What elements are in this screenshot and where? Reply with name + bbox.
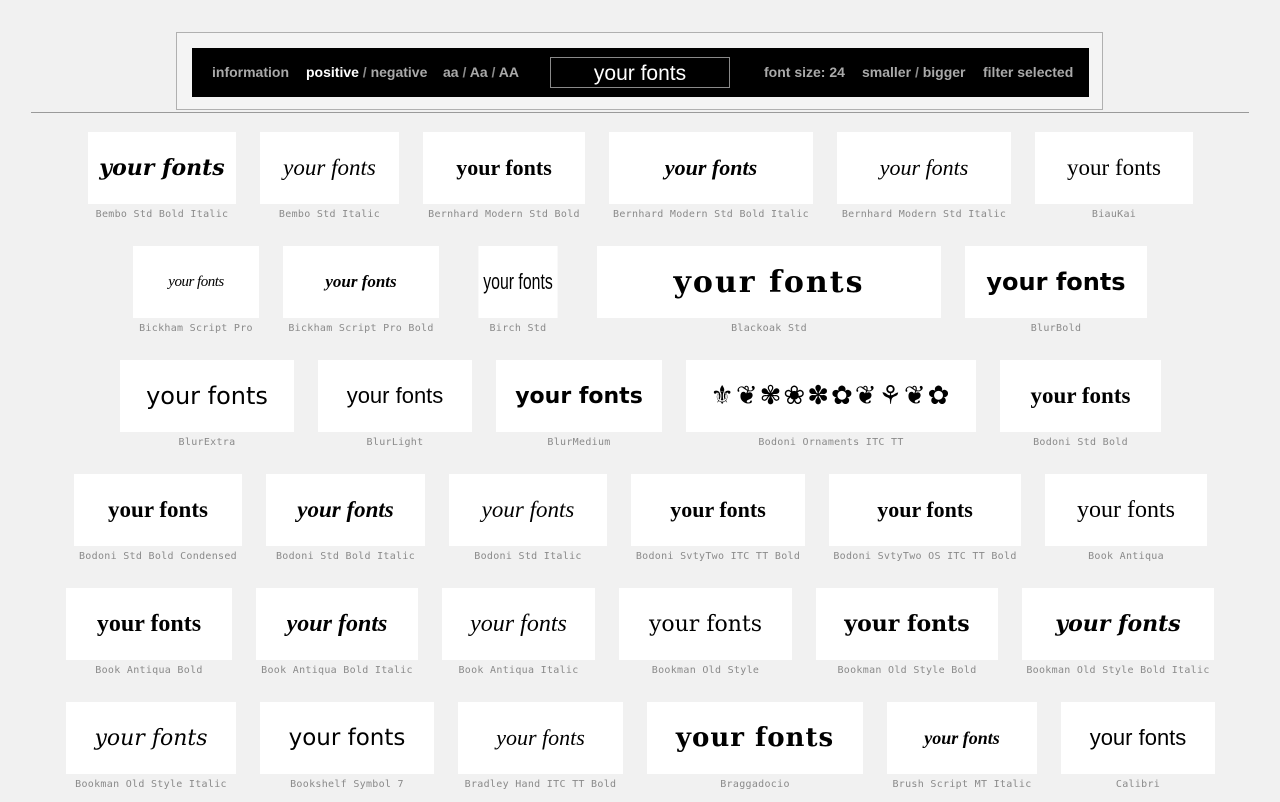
font-name: Brush Script MT Italic: [892, 779, 1032, 790]
font-sample[interactable]: your fonts: [260, 702, 434, 774]
font-name: Bodoni SvtyTwo OS ITC TT Bold: [833, 551, 1017, 562]
separator: /: [491, 64, 499, 80]
font-sample[interactable]: your fonts: [619, 588, 792, 660]
font-sample[interactable]: your fonts: [266, 474, 425, 546]
font-sample[interactable]: your fonts: [887, 702, 1037, 774]
font-name: Bookman Old Style: [651, 665, 760, 676]
font-row: your fonts Book Antiqua Bold your fonts …: [0, 588, 1280, 688]
font-name: Bembo Std Italic: [278, 209, 381, 220]
separator: /: [914, 64, 923, 80]
font-name: Book Antiqua: [1088, 551, 1164, 562]
font-sample[interactable]: your fonts: [283, 246, 439, 318]
font-sample[interactable]: your fonts: [449, 474, 607, 546]
font-name: Book Antiqua Bold Italic: [261, 665, 413, 676]
font-size-value: 24: [829, 64, 845, 80]
font-name: Blackoak Std: [731, 323, 807, 334]
font-name: Bodoni Std Bold Italic: [275, 551, 416, 562]
font-row: your fonts Bookman Old Style Italic your…: [0, 702, 1280, 802]
font-sample[interactable]: ⚜❦✾❀✽✿❦⚘❦✿: [686, 360, 976, 432]
font-sample[interactable]: your fonts: [1000, 360, 1161, 432]
font-name: BiauKai: [1091, 209, 1137, 220]
font-name: BlurExtra: [178, 437, 236, 448]
font-sample[interactable]: your fonts: [66, 588, 232, 660]
filter-wrap: filter selected: [983, 64, 1073, 80]
font-name: Bookman Old Style Bold: [837, 665, 977, 676]
font-sample[interactable]: your fonts: [609, 132, 813, 204]
divider: [31, 112, 1249, 113]
font-size-display: font size: 24: [764, 64, 845, 80]
polarity-toggle: positive / negative: [306, 64, 427, 80]
font-name: Bookshelf Symbol 7: [290, 779, 404, 790]
font-sample[interactable]: your fonts: [120, 360, 294, 432]
font-sample[interactable]: your fonts: [260, 132, 399, 204]
font-sample[interactable]: your fonts: [423, 132, 585, 204]
information-link[interactable]: information: [212, 64, 289, 80]
case-title-option[interactable]: Aa: [470, 64, 488, 80]
font-sample[interactable]: your fonts: [1035, 132, 1193, 204]
bigger-button[interactable]: bigger: [923, 64, 966, 80]
font-sample[interactable]: your fonts: [458, 702, 623, 774]
font-sample[interactable]: your fonts: [1061, 702, 1215, 774]
font-sample[interactable]: your fonts: [597, 246, 941, 318]
font-name: Book Antiqua Bold: [95, 665, 203, 676]
font-name: Bodoni Std Bold Condensed: [78, 551, 237, 562]
font-name: Bookman Old Style Italic: [75, 779, 227, 790]
font-sample[interactable]: your fonts: [88, 132, 236, 204]
font-name: Bradley Hand ITC TT Bold: [464, 779, 617, 790]
font-sample[interactable]: your fonts: [442, 588, 595, 660]
separator: /: [462, 64, 470, 80]
smaller-button[interactable]: smaller: [862, 64, 911, 80]
font-row: your fonts Bodoni Std Bold Condensed you…: [0, 474, 1280, 574]
font-sample[interactable]: your fonts: [74, 474, 242, 546]
font-name: Bernhard Modern Std Bold Italic: [613, 209, 809, 220]
font-name: Bodoni SvtyTwo ITC TT Bold: [635, 551, 801, 562]
font-name: BlurLight: [366, 437, 424, 448]
font-row: your fonts Bickham Script Pro your fonts…: [0, 246, 1280, 346]
information-link-wrap: information: [212, 64, 289, 80]
font-name: Bookman Old Style Bold Italic: [1026, 665, 1210, 676]
font-name: Bembo Std Bold Italic: [95, 209, 229, 220]
font-name: Bickham Script Pro: [139, 323, 253, 334]
separator: /: [362, 64, 371, 80]
font-sample[interactable]: your fonts: [496, 360, 662, 432]
preview-text-input[interactable]: your fonts: [550, 57, 730, 88]
font-name: Book Antiqua Italic: [458, 665, 579, 676]
font-name: BlurBold: [1030, 323, 1082, 334]
font-name: Bodoni Std Italic: [474, 551, 582, 562]
positive-option[interactable]: positive: [306, 64, 359, 80]
font-sample[interactable]: your fonts: [965, 246, 1147, 318]
font-row: your fonts Bembo Std Bold Italic your fo…: [0, 132, 1280, 232]
font-sample[interactable]: your fonts: [647, 702, 863, 774]
font-name: Bernhard Modern Std Italic: [841, 209, 1007, 220]
negative-option[interactable]: negative: [371, 64, 428, 80]
font-sample[interactable]: your fonts: [318, 360, 472, 432]
font-name: Braggadocio: [720, 779, 790, 790]
font-sample[interactable]: your fonts: [133, 246, 259, 318]
font-sample[interactable]: your fonts: [829, 474, 1021, 546]
case-upper-option[interactable]: AA: [499, 64, 519, 80]
font-sample[interactable]: your fonts: [478, 246, 558, 318]
font-sample[interactable]: your fonts: [1022, 588, 1214, 660]
font-sample[interactable]: your fonts: [631, 474, 805, 546]
font-name: Birch Std: [489, 323, 547, 334]
toolbar: information positive / negative aa / Aa …: [192, 48, 1089, 97]
font-sample[interactable]: your fonts: [256, 588, 418, 660]
font-sample[interactable]: your fonts: [1045, 474, 1207, 546]
case-toggle: aa / Aa / AA: [443, 64, 519, 80]
font-name: Calibri: [1115, 779, 1161, 790]
case-lower-option[interactable]: aa: [443, 64, 459, 80]
font-name: Bodoni Std Bold: [1033, 437, 1128, 448]
font-row: your fonts BlurExtra your fonts BlurLigh…: [0, 360, 1280, 460]
font-sample[interactable]: your fonts: [837, 132, 1011, 204]
font-sample[interactable]: your fonts: [816, 588, 998, 660]
font-name: Bickham Script Pro Bold: [288, 323, 434, 334]
font-size-label: font size:: [764, 64, 826, 80]
filter-selected-button[interactable]: filter selected: [983, 64, 1073, 80]
font-name: Bernhard Modern Std Bold: [428, 209, 580, 220]
font-name: Bodoni Ornaments ITC TT: [758, 437, 904, 448]
font-name: BlurMedium: [547, 437, 611, 448]
font-sample[interactable]: your fonts: [66, 702, 236, 774]
size-toggle: smaller / bigger: [862, 64, 966, 80]
